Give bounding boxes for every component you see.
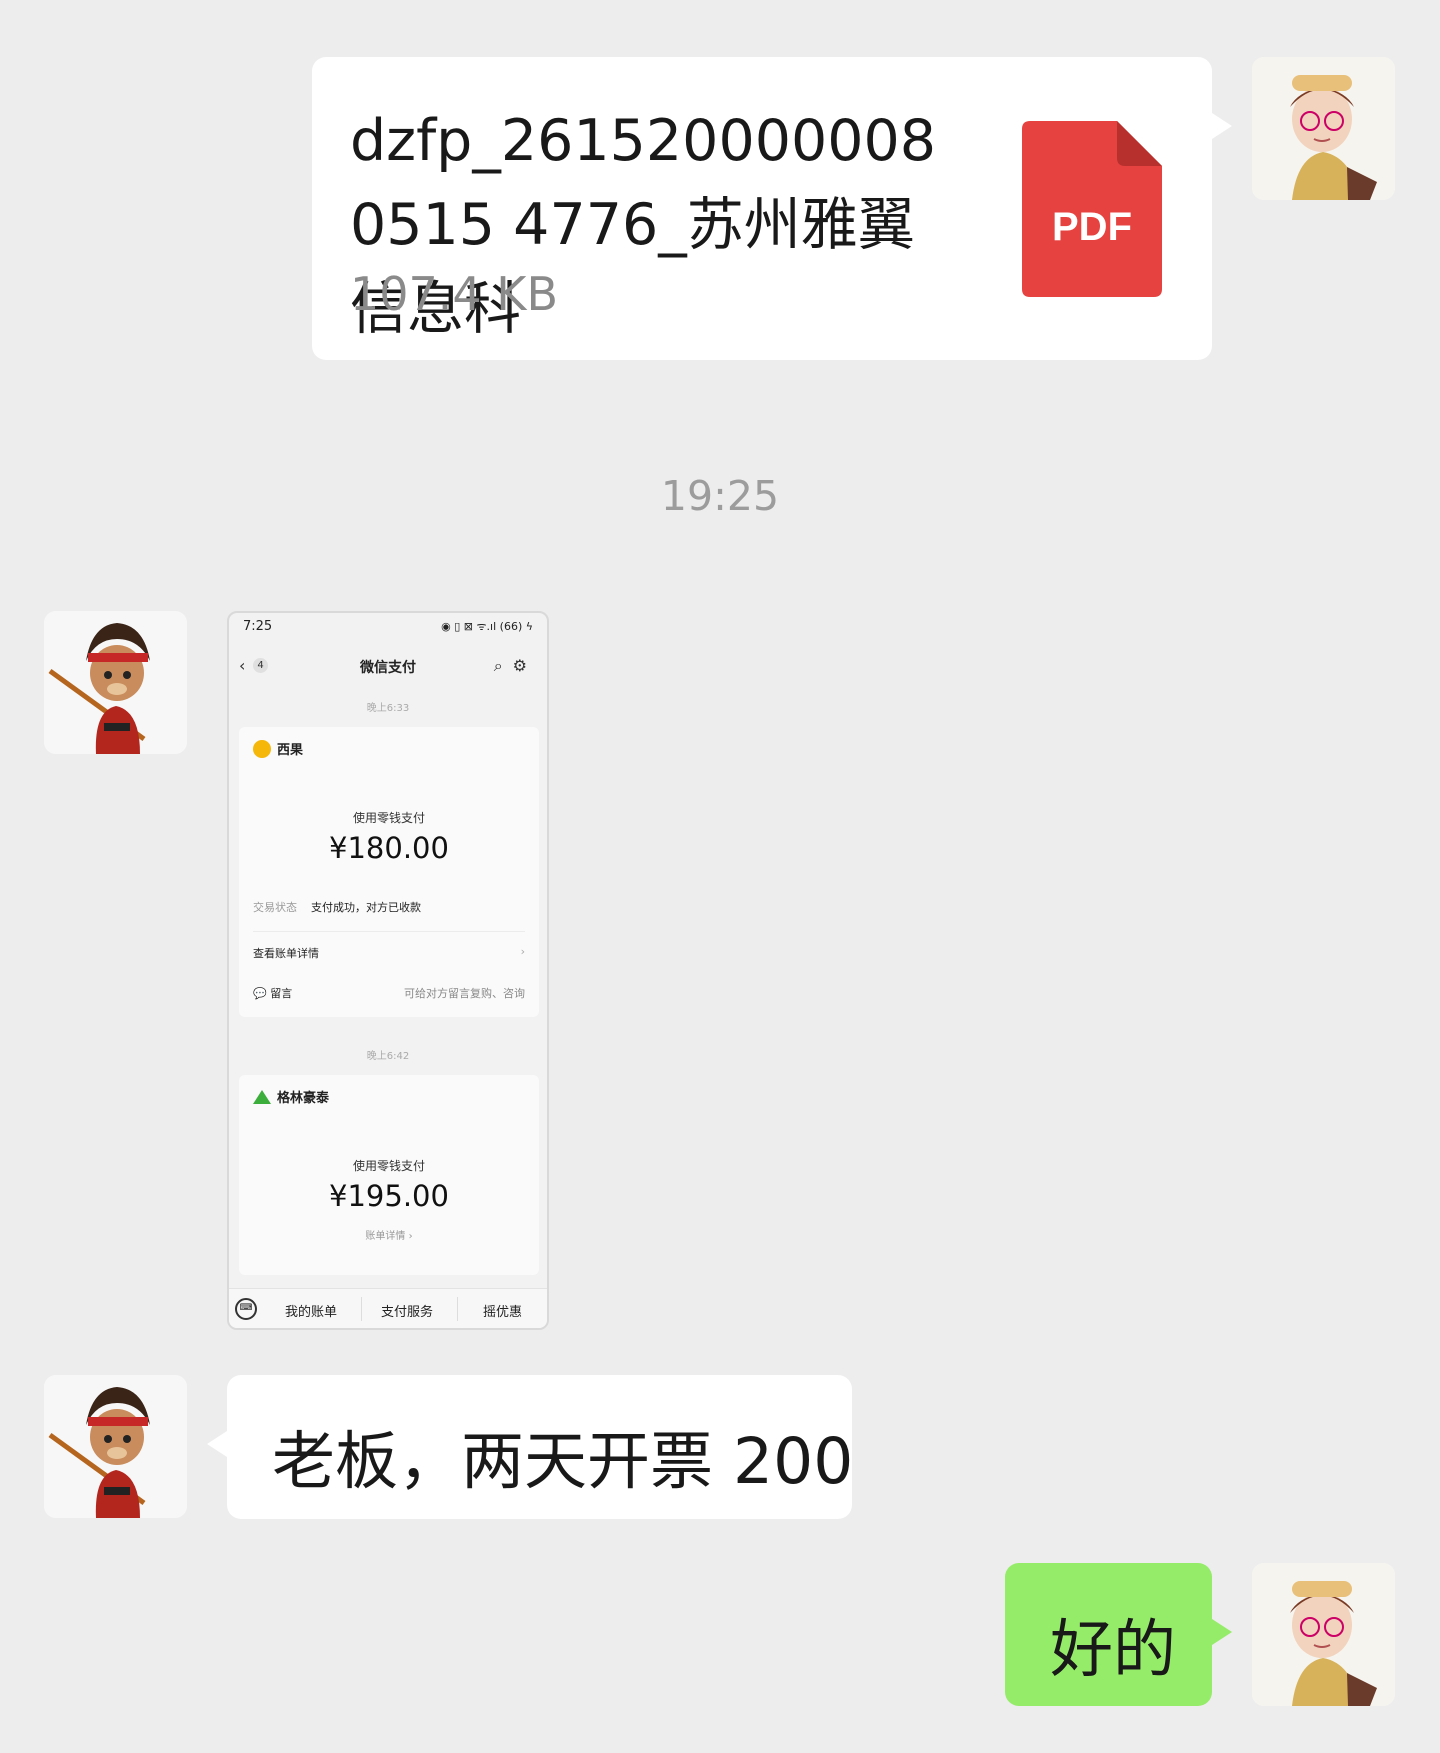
detail-row: 查看账单详情 › — [253, 945, 525, 961]
tab-pay-services: 支付服务 — [381, 1305, 434, 1320]
status-value: 支付成功，对方已收款 — [311, 901, 421, 914]
payment-screenshot-image[interactable]: 7:25 ◉ ▯ ⊠ ᯤ.ıl (66) ϟ ‹ 4 微信支付 ⌕⚙ 晚上6:3… — [227, 611, 549, 1330]
my-avatar[interactable] — [1252, 1563, 1395, 1706]
amount-1: ¥180.00 — [329, 831, 449, 865]
message-row: 💬 留言 可给对方留言复购、咨询 — [253, 985, 525, 1001]
merchant-tree-icon — [253, 1090, 271, 1104]
pdf-file-icon: PDF — [1022, 121, 1162, 297]
screenshot-nav-bar: ‹ 4 微信支付 ⌕⚙ — [229, 653, 547, 683]
my-avatar[interactable] — [1252, 57, 1395, 200]
payment-card-1: 西果 使用零钱支付 ¥180.00 交易状态 支付成功，对方已收款 查看账单详情 ›… — [239, 727, 539, 1017]
screenshot-timestamp-2: 晚上6:42 — [366, 1051, 410, 1062]
outgoing-text-bubble[interactable]: 好的 — [1005, 1563, 1232, 1706]
message-label: 留言 — [270, 987, 293, 1000]
merchant-1: 西果 — [253, 739, 303, 758]
merchant-1-name: 西果 — [277, 743, 304, 758]
pay-method-1: 使用零钱支付 — [352, 811, 425, 825]
status-icons: ◉ ▯ ⊠ ᯤ.ıl (66) ϟ — [441, 620, 533, 633]
status-row: 交易状态 支付成功，对方已收款 — [253, 899, 525, 915]
tab-divider — [457, 1297, 458, 1321]
outgoing-message-text: 好的 — [1050, 1613, 1176, 1686]
incoming-text-bubble[interactable]: 老板，两天开票 200 — [207, 1375, 854, 1519]
chevron-right-icon: › — [520, 945, 525, 958]
amount-2: ¥195.00 — [329, 1179, 449, 1213]
pdf-label: PDF — [1052, 205, 1132, 249]
merchant-coin-icon — [253, 740, 271, 758]
payment-card-2: 格林豪泰 使用零钱支付 ¥195.00 账单详情 › — [239, 1075, 539, 1275]
tab-discounts: 摇优惠 — [483, 1305, 523, 1320]
pay-method-2: 使用零钱支付 — [352, 1159, 425, 1173]
incoming-message-text: 老板，两天开票 200 — [272, 1425, 854, 1498]
screenshot-tab-bar: ⌨ 我的账单 支付服务 摇优惠 — [229, 1288, 547, 1328]
file-size: 107.4 KB — [350, 267, 559, 321]
message-hint: 可给对方留言复购、咨询 — [404, 987, 525, 1000]
contact-avatar[interactable] — [44, 1375, 187, 1518]
divider — [253, 931, 525, 932]
comment-icon: 💬 — [253, 987, 271, 1000]
search-settings-icons: ⌕⚙ — [493, 656, 537, 675]
contact-avatar[interactable] — [44, 611, 187, 754]
screenshot-timestamp-1: 晚上6:33 — [366, 703, 410, 714]
merchant-2-name: 格林豪泰 — [277, 1091, 330, 1106]
keyboard-icon: ⌨ — [235, 1298, 257, 1320]
status-time: 7:25 — [243, 619, 273, 634]
status-label: 交易状态 — [253, 901, 297, 914]
bill-detail-link: 账单详情 › — [365, 1231, 413, 1242]
file-message-bubble[interactable]: dzfp_2615200000080515 4776_苏州雅翼信息科 107.4… — [312, 57, 1232, 360]
tab-my-bills: 我的账单 — [285, 1305, 338, 1320]
chat-timestamp: 19:25 — [660, 472, 780, 520]
merchant-2: 格林豪泰 — [253, 1087, 329, 1106]
detail-label: 查看账单详情 — [253, 947, 319, 960]
tab-divider — [361, 1297, 362, 1321]
